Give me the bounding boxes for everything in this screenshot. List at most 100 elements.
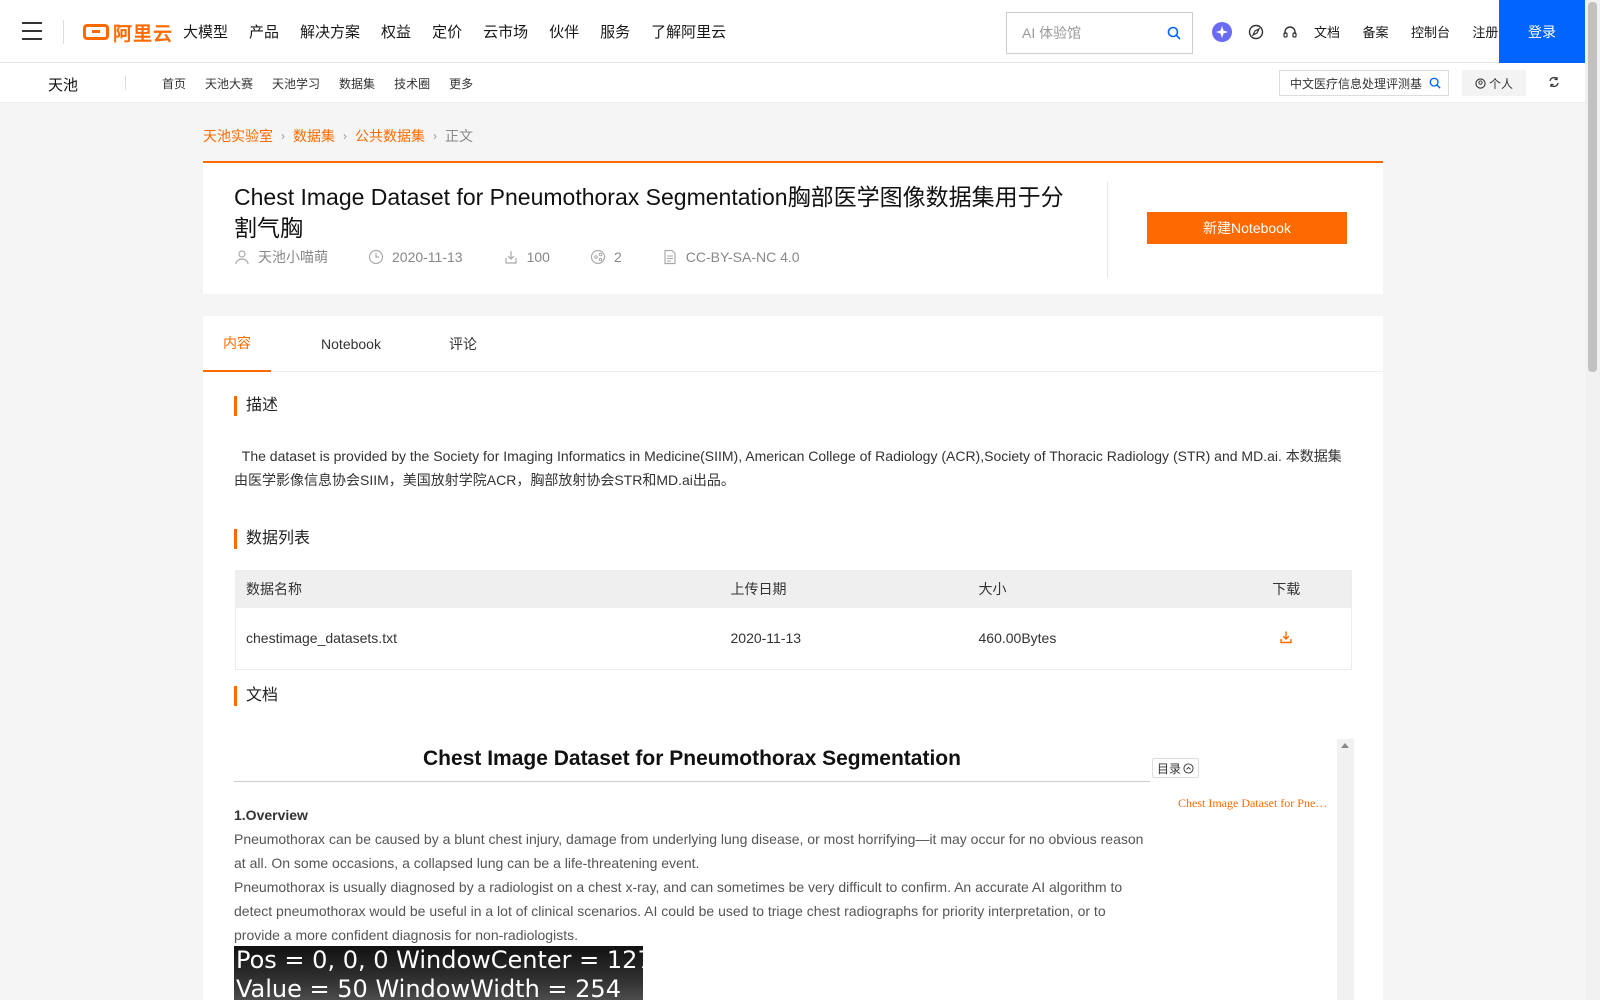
subnav-search-input[interactable] bbox=[1280, 76, 1425, 90]
dataset-meta: 天池小喵萌 2020-11-13 100 2 CC-BY-SA-NC 4.0 bbox=[234, 247, 840, 267]
chevron-up-circle-icon bbox=[1183, 762, 1194, 774]
section-title-datalist: 数据列表 bbox=[234, 529, 310, 549]
link-docs[interactable]: 文档 bbox=[1314, 25, 1340, 40]
dataset-header-card: Chest Image Dataset for Pneumothorax Seg… bbox=[203, 161, 1383, 294]
description-text: The dataset is provided by the Society f… bbox=[234, 444, 1354, 492]
subnav-item-learning[interactable]: 天池学习 bbox=[272, 75, 320, 92]
aliyun-logo[interactable]: 阿里云 bbox=[83, 19, 173, 45]
document-body: 1.Overview Pneumothorax can be caused by… bbox=[234, 803, 1154, 947]
user-icon bbox=[235, 250, 249, 265]
document-title: Chest Image Dataset for Pneumothorax Seg… bbox=[234, 747, 1150, 782]
menu-item-benefits[interactable]: 权益 bbox=[381, 21, 411, 42]
breadcrumb: 天池实验室 › 数据集 › 公共数据集 › 正文 bbox=[203, 124, 473, 148]
page-scrollbar[interactable] bbox=[1585, 0, 1600, 1000]
table-header-row: 数据名称 上传日期 大小 下载 bbox=[235, 570, 1352, 608]
aliyun-logo-icon bbox=[83, 24, 109, 40]
subnav-item-home[interactable]: 首页 bbox=[162, 75, 186, 92]
file-date: 2020-11-13 bbox=[730, 630, 802, 647]
chevron-right-icon: › bbox=[281, 129, 285, 143]
menu-item-partners[interactable]: 伙伴 bbox=[549, 21, 579, 42]
doc-paragraph: Pneumothorax is usually diagnosed by a r… bbox=[234, 879, 1123, 943]
divider bbox=[1107, 182, 1108, 278]
image-overlay-text: Pos = 0, 0, 0 WindowCenter = 127 bbox=[236, 946, 643, 974]
subnav-item-more[interactable]: 更多 bbox=[449, 75, 473, 92]
meta-date: 2020-11-13 bbox=[368, 249, 463, 265]
menu-item-about[interactable]: 了解阿里云 bbox=[651, 21, 726, 42]
tab-notebook[interactable]: Notebook bbox=[311, 316, 391, 372]
link-console[interactable]: 控制台 bbox=[1411, 25, 1450, 40]
breadcrumb-current: 正文 bbox=[445, 128, 473, 144]
new-notebook-button[interactable]: 新建Notebook bbox=[1147, 212, 1347, 244]
logo-text: 阿里云 bbox=[113, 23, 174, 45]
share-icon bbox=[590, 249, 606, 265]
tianchi-subnav: 天池 首页 天池大赛 天池学习 数据集 技术圈 更多 个人 bbox=[0, 63, 1585, 103]
search-icon[interactable] bbox=[1429, 77, 1441, 89]
link-register[interactable]: 注册 bbox=[1472, 25, 1498, 40]
meta-downloads: 100 bbox=[503, 249, 550, 265]
subnav-item-datasets[interactable]: 数据集 bbox=[339, 75, 375, 92]
breadcrumb-lab[interactable]: 天池实验室 bbox=[203, 126, 273, 146]
main-menu: 大模型 产品 解决方案 权益 定价 云市场 伙伴 服务 了解阿里云 bbox=[183, 0, 747, 63]
login-button[interactable]: 登录 bbox=[1499, 0, 1585, 63]
user-circle-icon bbox=[1475, 77, 1486, 89]
ai-assistant-icon[interactable] bbox=[1212, 21, 1232, 42]
content-panel: 描述 The dataset is provided by the Societ… bbox=[203, 372, 1383, 1000]
tab-comments[interactable]: 评论 bbox=[433, 316, 493, 372]
headset-icon[interactable] bbox=[1280, 22, 1300, 42]
scrollbar-thumb[interactable] bbox=[1588, 2, 1597, 372]
dataset-title: Chest Image Dataset for Pneumothorax Seg… bbox=[234, 184, 1064, 241]
menu-item-marketplace[interactable]: 云市场 bbox=[483, 21, 528, 42]
download-icon[interactable] bbox=[1279, 630, 1293, 644]
section-title-document: 文档 bbox=[234, 686, 278, 706]
sync-icon[interactable] bbox=[1548, 76, 1560, 88]
divider bbox=[63, 20, 64, 44]
breadcrumb-datasets[interactable]: 数据集 bbox=[293, 126, 335, 146]
compass-icon[interactable] bbox=[1246, 22, 1266, 42]
meta-author: 天池小喵萌 bbox=[234, 247, 328, 267]
column-header-name: 数据名称 bbox=[246, 581, 302, 598]
clock-icon bbox=[368, 249, 384, 265]
subnav-item-competitions[interactable]: 天池大赛 bbox=[205, 75, 253, 92]
toc-toggle-button[interactable]: 目录 bbox=[1152, 758, 1200, 778]
menu-icon[interactable] bbox=[22, 22, 42, 40]
table-of-contents: 目录 Chest Image Dataset for Pneumothorax … bbox=[1150, 739, 1354, 1000]
tianchi-brand[interactable]: 天池 bbox=[48, 74, 78, 95]
publish-date: 2020-11-13 bbox=[392, 249, 463, 265]
menu-item-products[interactable]: 产品 bbox=[249, 21, 279, 42]
top-search-input[interactable] bbox=[1007, 25, 1157, 41]
chest-xray-image: Pos = 0, 0, 0 WindowCenter = 127 Value =… bbox=[234, 946, 643, 1000]
menu-item-models[interactable]: 大模型 bbox=[183, 21, 228, 42]
link-filing[interactable]: 备案 bbox=[1362, 25, 1388, 40]
personal-button[interactable]: 个人 bbox=[1462, 70, 1526, 96]
share-count: 2 bbox=[613, 249, 622, 265]
toc-label: 目录 bbox=[1157, 761, 1182, 776]
subnav-item-community[interactable]: 技术圈 bbox=[394, 75, 430, 92]
breadcrumb-public-datasets[interactable]: 公共数据集 bbox=[355, 126, 425, 146]
menu-item-solutions[interactable]: 解决方案 bbox=[300, 21, 360, 42]
document-scrollbar[interactable] bbox=[1337, 739, 1354, 1000]
data-table: 数据名称 上传日期 大小 下载 chestimage_datasets.txt … bbox=[235, 570, 1352, 670]
tab-content[interactable]: 内容 bbox=[203, 316, 271, 372]
scroll-up-icon[interactable] bbox=[1341, 743, 1349, 748]
divider bbox=[125, 76, 126, 90]
file-download-cell bbox=[1222, 608, 1352, 670]
license: CC-BY-SA-NC 4.0 bbox=[685, 249, 800, 265]
column-header-size: 大小 bbox=[978, 581, 1007, 598]
top-search bbox=[1006, 12, 1193, 54]
meta-shares: 2 bbox=[590, 249, 622, 265]
chevron-right-icon: › bbox=[433, 129, 437, 143]
personal-label: 个人 bbox=[1488, 76, 1513, 91]
search-icon[interactable] bbox=[1167, 26, 1181, 40]
section-title-description: 描述 bbox=[234, 396, 278, 416]
content-tabs: 内容 Notebook 评论 bbox=[203, 316, 1383, 372]
subnav-menu: 首页 天池大赛 天池学习 数据集 技术圈 更多 bbox=[162, 63, 492, 103]
menu-item-pricing[interactable]: 定价 bbox=[432, 21, 462, 42]
toc-item[interactable]: Chest Image Dataset for Pneumothorax Seg… bbox=[1178, 796, 1330, 811]
description-body: The dataset is provided by the Society f… bbox=[234, 448, 1342, 488]
menu-item-services[interactable]: 服务 bbox=[600, 21, 630, 42]
document-viewer: Chest Image Dataset for Pneumothorax Seg… bbox=[234, 739, 1354, 1000]
author-name[interactable]: 天池小喵萌 bbox=[258, 247, 328, 267]
column-header-date: 上传日期 bbox=[730, 581, 787, 598]
meta-license: CC-BY-SA-NC 4.0 bbox=[662, 249, 800, 265]
file-name: chestimage_datasets.txt bbox=[246, 630, 397, 647]
